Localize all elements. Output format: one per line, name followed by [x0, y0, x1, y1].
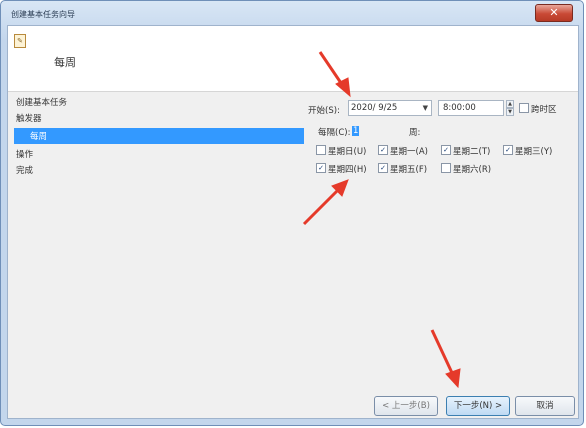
window-title: 创建基本任务向导: [11, 10, 75, 19]
nav-item-label: 创建基本任务: [16, 98, 68, 108]
nav-item-label: 触发器: [16, 114, 42, 124]
day-checkbox-monday[interactable]: ✓: [378, 145, 388, 155]
time-spinner[interactable]: ▲ ▼: [506, 100, 514, 116]
page-title: 每周: [54, 56, 76, 69]
nav-item-finish[interactable]: 完成: [16, 164, 33, 176]
chevron-down-icon: ▼: [422, 104, 428, 112]
day-label-tuesday: 星期二(T): [453, 147, 491, 157]
title-bar: 创建基本任务向导 ✕: [1, 1, 583, 25]
cancel-button[interactable]: 取消: [515, 396, 575, 416]
interval-input[interactable]: 1: [352, 126, 360, 136]
day-label-saturday: 星期六(R): [453, 165, 492, 175]
nav-item-action[interactable]: 操作: [16, 148, 33, 160]
header-panel: ✎ 每周: [8, 26, 578, 92]
sync-timezone-checkbox[interactable]: [519, 103, 529, 113]
start-time-field[interactable]: 8:00:00: [438, 100, 504, 116]
day-checkbox-saturday[interactable]: [441, 163, 451, 173]
sync-timezone-label: 跨时区: [531, 105, 557, 115]
day-checkbox-tuesday[interactable]: ✓: [441, 145, 451, 155]
spin-up-icon[interactable]: ▲: [506, 100, 514, 108]
day-label-sunday: 星期日(U): [328, 147, 367, 157]
nav-item-weekly[interactable]: 每周: [14, 128, 304, 144]
day-checkbox-thursday[interactable]: ✓: [316, 163, 326, 173]
close-icon: ✕: [549, 6, 559, 19]
start-date-value: 2020/ 9/25: [351, 103, 398, 113]
nav-item-create-basic-task[interactable]: 创建基本任务: [16, 96, 67, 108]
day-checkbox-sunday[interactable]: [316, 145, 326, 155]
day-checkbox-wednesday[interactable]: ✓: [503, 145, 513, 155]
wizard-icon: ✎: [14, 34, 26, 48]
day-label-friday: 星期五(F): [390, 165, 428, 175]
nav-item-trigger[interactable]: 触发器: [16, 112, 42, 124]
interval-value: 1: [352, 126, 360, 136]
nav-item-label: 完成: [16, 166, 34, 176]
day-label-monday: 星期一(A): [390, 147, 428, 157]
back-button[interactable]: < 上一步(B): [374, 396, 438, 416]
start-date-picker[interactable]: 2020/ 9/25 ▼: [348, 100, 432, 116]
next-button[interactable]: 下一步(N) >: [446, 396, 510, 416]
day-checkbox-friday[interactable]: ✓: [378, 163, 388, 173]
wizard-client-area: ✎ 每周 创建基本任务 触发器 每周 操作 完成 开始(S): 2020/ 9/…: [7, 25, 579, 419]
weekly-trigger-form: 开始(S): 2020/ 9/25 ▼ 8:00:00 ▲ ▼ 跨时区 每隔(C…: [308, 96, 576, 236]
spin-down-icon[interactable]: ▼: [506, 108, 514, 116]
start-label: 开始(S):: [308, 106, 340, 116]
nav-item-label: 操作: [16, 150, 34, 160]
day-label-wednesday: 星期三(Y): [515, 147, 553, 157]
wizard-window: 创建基本任务向导 ✕ ✎ 每周 创建基本任务 触发器 每周 操作 完成 开始(S…: [0, 0, 584, 426]
interval-unit: 周:: [409, 128, 421, 138]
nav-item-label: 每周: [30, 132, 48, 142]
day-label-thursday: 星期四(H): [328, 165, 367, 175]
close-button[interactable]: ✕: [535, 4, 573, 22]
interval-label: 每隔(C):: [318, 128, 351, 138]
start-time-value: 8:00:00: [443, 103, 476, 113]
